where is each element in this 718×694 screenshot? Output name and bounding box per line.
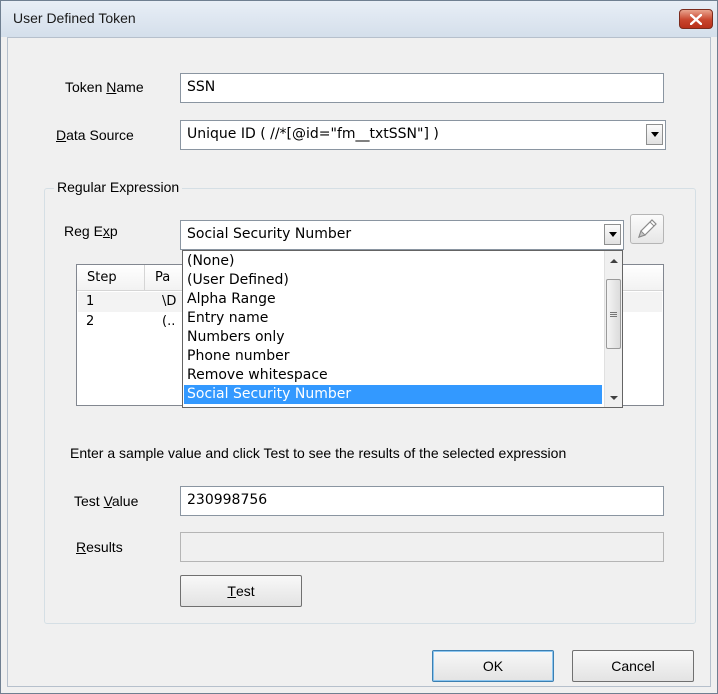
regexp-label-text: Reg E [64,223,103,239]
dropdown-option-numbers-only[interactable]: Numbers only [184,328,602,347]
scroll-up-icon [609,258,618,263]
pattern-cell: (.. [162,314,176,329]
token-name-label-accel: N [106,79,117,95]
edit-regexp-button[interactable] [630,214,664,244]
pattern-cell: \D [162,294,177,309]
dropdown-option-alpha-range[interactable]: Alpha Range [184,290,602,309]
test-value-label: Test Value [74,493,138,509]
test-button[interactable]: Test [180,575,302,607]
step-cell: 1 [86,294,95,309]
results-label-accel: R [76,539,87,555]
test-value-input[interactable]: 230998756 [180,486,664,516]
cancel-button[interactable]: Cancel [572,650,694,682]
column-header-extra [637,265,663,290]
scroll-down-icon [609,395,618,400]
ok-button[interactable]: OK [432,650,554,682]
test-button-label: est [235,583,255,599]
close-button[interactable] [679,9,713,29]
data-source-label-accel: D [56,127,67,143]
column-header-step[interactable]: Step [77,265,145,290]
scrollbar-thumb[interactable] [606,279,621,349]
dropdown-option-social-security-number[interactable]: Social Security Number [184,385,602,404]
regexp-select[interactable]: Social Security Number [180,220,624,250]
data-source-label: Data Source [56,127,134,143]
scroll-up-button[interactable] [605,252,622,269]
regexp-dropdown-button[interactable] [604,224,621,245]
results-field [180,532,664,562]
data-source-label-rest: ata Source [66,127,134,143]
token-name-label-text: Token [65,79,107,95]
regexp-value: Social Security Number [187,226,352,242]
regexp-label: Reg Exp [64,223,118,239]
dropdown-option-entry-name[interactable]: Entry name [184,309,602,328]
close-icon [690,13,702,25]
dropdown-option-phone-number[interactable]: Phone number [184,347,602,366]
data-source-dropdown-button[interactable] [646,124,663,145]
dialog-window: User Defined Token Token Name SSN Data S… [0,0,718,694]
test-value-label-rest: alue [111,493,139,509]
test-value-label-text: Test [74,493,104,509]
scroll-down-button[interactable] [605,389,622,406]
pencil-icon [638,219,657,238]
token-name-label: Token Name [65,79,144,95]
regexp-label-accel: x [102,223,110,239]
token-name-label-rest: ame [116,79,144,95]
results-label: Results [76,539,123,555]
test-value-label-accel: V [103,493,112,509]
chevron-down-icon [608,232,617,237]
title-bar[interactable]: User Defined Token [1,1,717,37]
data-source-select[interactable]: Unique ID ( //*[@id="fm__txtSSN"] ) [180,120,666,150]
regexp-dropdown-list[interactable]: (None) (User Defined) Alpha Range Entry … [182,250,623,408]
dropdown-scrollbar[interactable] [604,251,622,407]
test-button-accel: T [227,583,236,599]
token-name-input[interactable]: SSN [180,73,664,103]
grip-icon [610,311,617,317]
window-title: User Defined Token [13,10,136,26]
regexp-label-rest: p [109,223,118,239]
dropdown-option-none[interactable]: (None) [184,252,602,271]
chevron-down-icon [650,132,659,137]
results-label-rest: esults [86,539,123,555]
instructions-text: Enter a sample value and click Test to s… [70,445,567,461]
step-cell: 2 [86,314,95,329]
dialog-client-area: Token Name SSN Data Source Unique ID ( /… [7,37,711,687]
regular-expression-group-label: Regular Expression [54,179,183,195]
dropdown-option-remove-whitespace[interactable]: Remove whitespace [184,366,602,385]
data-source-value: Unique ID ( //*[@id="fm__txtSSN"] ) [187,126,439,142]
dropdown-option-user-defined[interactable]: (User Defined) [184,271,602,290]
